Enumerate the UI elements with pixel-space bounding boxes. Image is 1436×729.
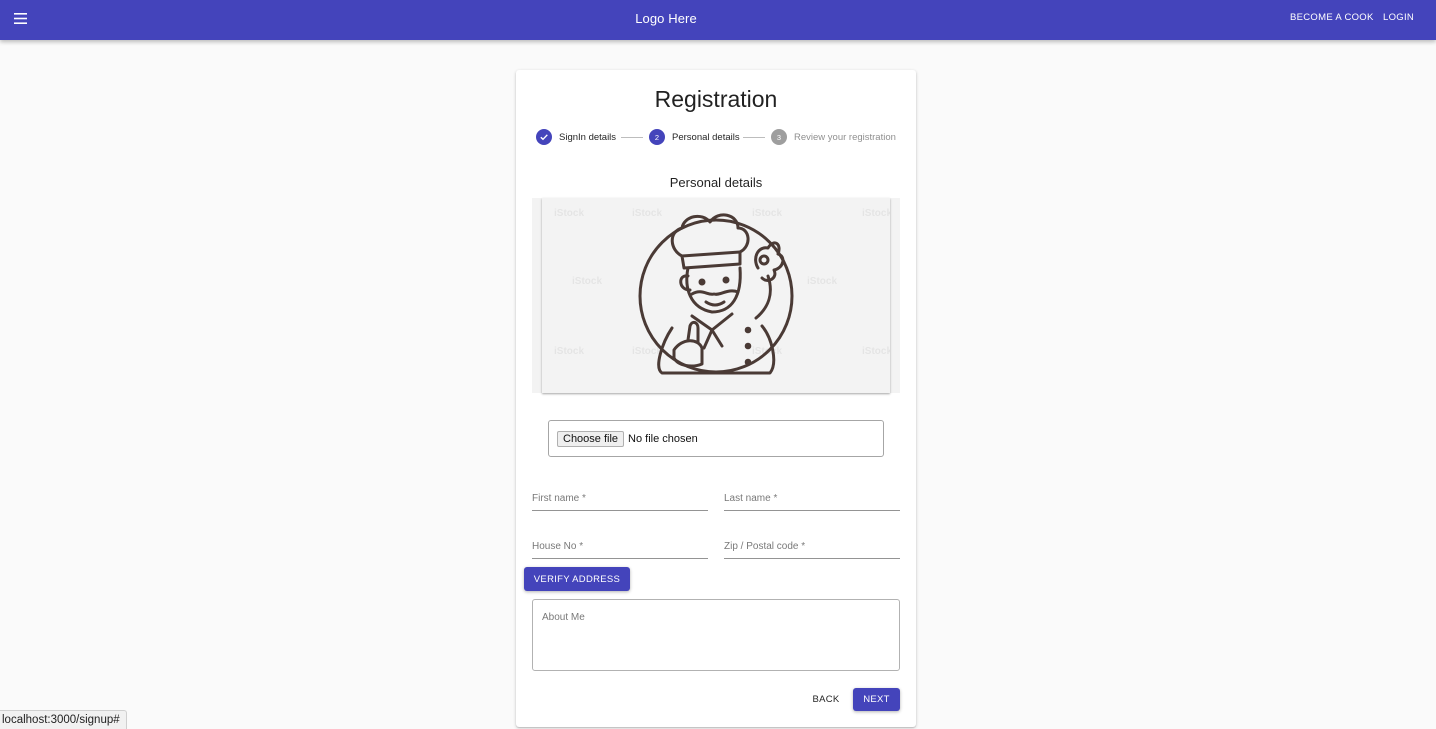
next-button[interactable]: NEXT xyxy=(853,688,900,711)
about-me-textarea[interactable]: About Me xyxy=(532,599,900,671)
profile-photo-file-input[interactable]: Choose file No file chosen xyxy=(548,420,884,457)
app-logo[interactable]: Logo Here xyxy=(0,11,1332,26)
step-connector xyxy=(621,137,643,138)
about-me-placeholder: About Me xyxy=(542,612,585,623)
step-connector xyxy=(743,137,765,138)
choose-file-button[interactable]: Choose file xyxy=(557,430,625,447)
step-completed-check-icon xyxy=(536,129,552,145)
step-number-badge: 2 xyxy=(649,129,665,145)
first-name-label: First name * xyxy=(532,493,586,504)
first-name-field[interactable]: First name * xyxy=(532,489,708,511)
back-button[interactable]: BACK xyxy=(804,688,848,710)
registration-card: Registration SignIn details 2 Personal d… xyxy=(516,70,916,727)
registration-stepper: SignIn details 2 Personal details 3 Revi… xyxy=(536,129,906,145)
step-label: SignIn details xyxy=(559,131,617,143)
house-no-field[interactable]: House No * xyxy=(532,537,708,559)
step-signin-details: SignIn details xyxy=(536,129,616,145)
file-status-text: No file chosen xyxy=(628,432,698,445)
chef-illustration xyxy=(638,213,794,375)
zip-code-field[interactable]: Zip / Postal code * xyxy=(724,537,900,559)
zip-code-label: Zip / Postal code * xyxy=(724,541,806,552)
chef-image: iStock iStock iStock iStock iStock iStoc… xyxy=(542,198,890,393)
login-button[interactable]: LOGIN xyxy=(1383,12,1414,23)
step-review-registration: 3 Review your registration xyxy=(771,129,896,145)
become-cook-button[interactable]: BECOME A COOK xyxy=(1290,12,1374,23)
browser-status-url: localhost:3000/signup# xyxy=(0,710,127,729)
last-name-label: Last name * xyxy=(724,493,778,504)
app-bar: Logo Here BECOME A COOK LOGIN xyxy=(0,0,1436,40)
verify-address-button[interactable]: VERIFY ADDRESS xyxy=(524,567,630,591)
section-title: Personal details xyxy=(669,175,763,190)
profile-image-preview: iStock iStock iStock iStock iStock iStoc… xyxy=(532,198,900,393)
step-label: Review your registration xyxy=(794,131,896,143)
step-personal-details: 2 Personal details xyxy=(649,129,740,145)
last-name-field[interactable]: Last name * xyxy=(724,489,900,511)
page-title: Registration xyxy=(654,86,778,112)
step-number-badge: 3 xyxy=(771,129,787,145)
step-label: Personal details xyxy=(672,131,740,143)
house-no-label: House No * xyxy=(532,541,584,552)
